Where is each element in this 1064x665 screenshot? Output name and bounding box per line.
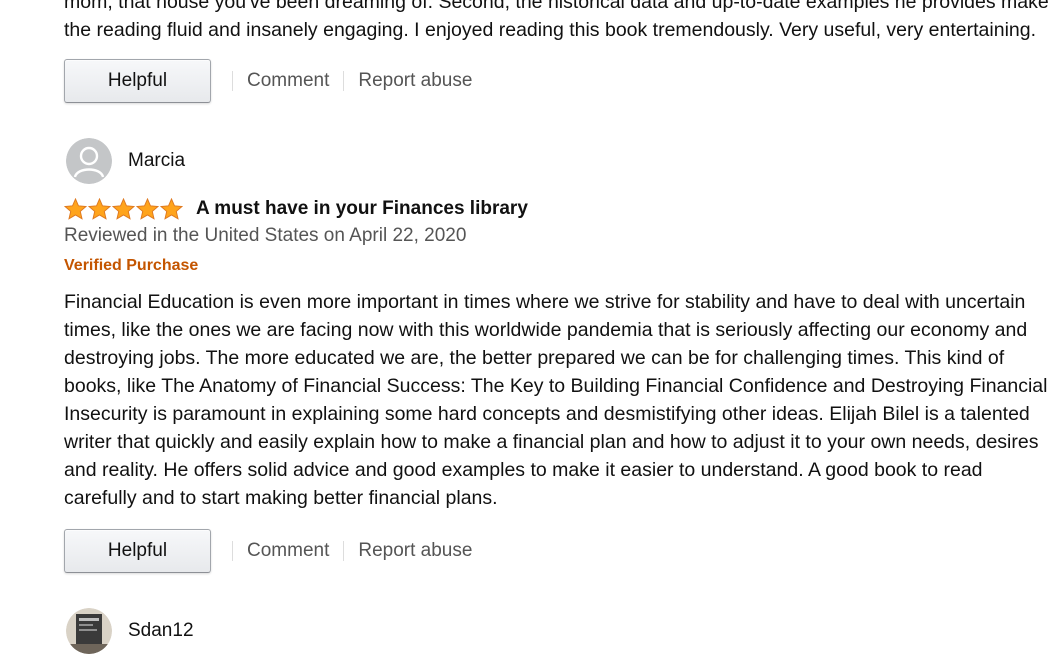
star-icon <box>160 198 183 220</box>
review-body-line: books, like The Anatomy of Financial Suc… <box>64 375 1048 397</box>
star-icon <box>112 198 135 220</box>
helpful-button[interactable]: Helpful <box>64 529 211 573</box>
review-body: Financial Education is even more importa… <box>64 288 1059 512</box>
report-abuse-link[interactable]: Report abuse <box>344 540 486 562</box>
comment-link[interactable]: Comment <box>233 540 343 562</box>
review-body-line: carefully and to start making better fin… <box>64 487 498 509</box>
reviewer-profile[interactable]: Marcia <box>66 138 185 184</box>
review-title[interactable]: A must have in your Finances library <box>196 198 528 220</box>
review-actions: Helpful Comment Report abuse <box>64 528 486 574</box>
helpful-button[interactable]: Helpful <box>64 59 211 103</box>
review-date: Reviewed in the United States on April 2… <box>64 225 467 246</box>
star-rating[interactable] <box>64 198 184 220</box>
default-avatar-icon <box>66 138 112 184</box>
reviews-page: mom, that house you've been dreaming of.… <box>0 0 1064 665</box>
review-body-line: Insecurity is paramount in explaining so… <box>64 403 1030 425</box>
reviewer-name: Sdan12 <box>128 620 194 641</box>
previous-review-line: mom, that house you've been dreaming of.… <box>64 0 1049 13</box>
review-body-line: Financial Education is even more importa… <box>64 291 1026 313</box>
comment-link[interactable]: Comment <box>233 70 343 92</box>
photo-avatar-icon <box>66 608 112 654</box>
star-icon <box>64 198 87 220</box>
review-header: A must have in your Finances library <box>64 198 528 220</box>
review-body-line: times, like the ones we are facing now w… <box>64 319 1028 341</box>
next-reviewer-profile[interactable]: Sdan12 <box>66 608 194 654</box>
previous-review-line: the reading fluid and insanely engaging.… <box>64 19 1037 41</box>
review-body-line: destroying jobs. The more educated we ar… <box>64 347 1005 369</box>
report-abuse-link[interactable]: Report abuse <box>344 70 486 92</box>
verified-purchase-badge: Verified Purchase <box>64 257 199 274</box>
review-body-line: and reality. He offers solid advice and … <box>64 459 983 481</box>
reviewer-name: Marcia <box>128 150 186 171</box>
previous-review-actions: Helpful Comment Report abuse <box>64 58 486 104</box>
review-body-line: writer that quickly and easily explain h… <box>64 431 1039 453</box>
previous-review-text: mom, that house you've been dreaming of.… <box>64 0 1059 44</box>
star-icon <box>136 198 159 220</box>
star-icon <box>88 198 111 220</box>
